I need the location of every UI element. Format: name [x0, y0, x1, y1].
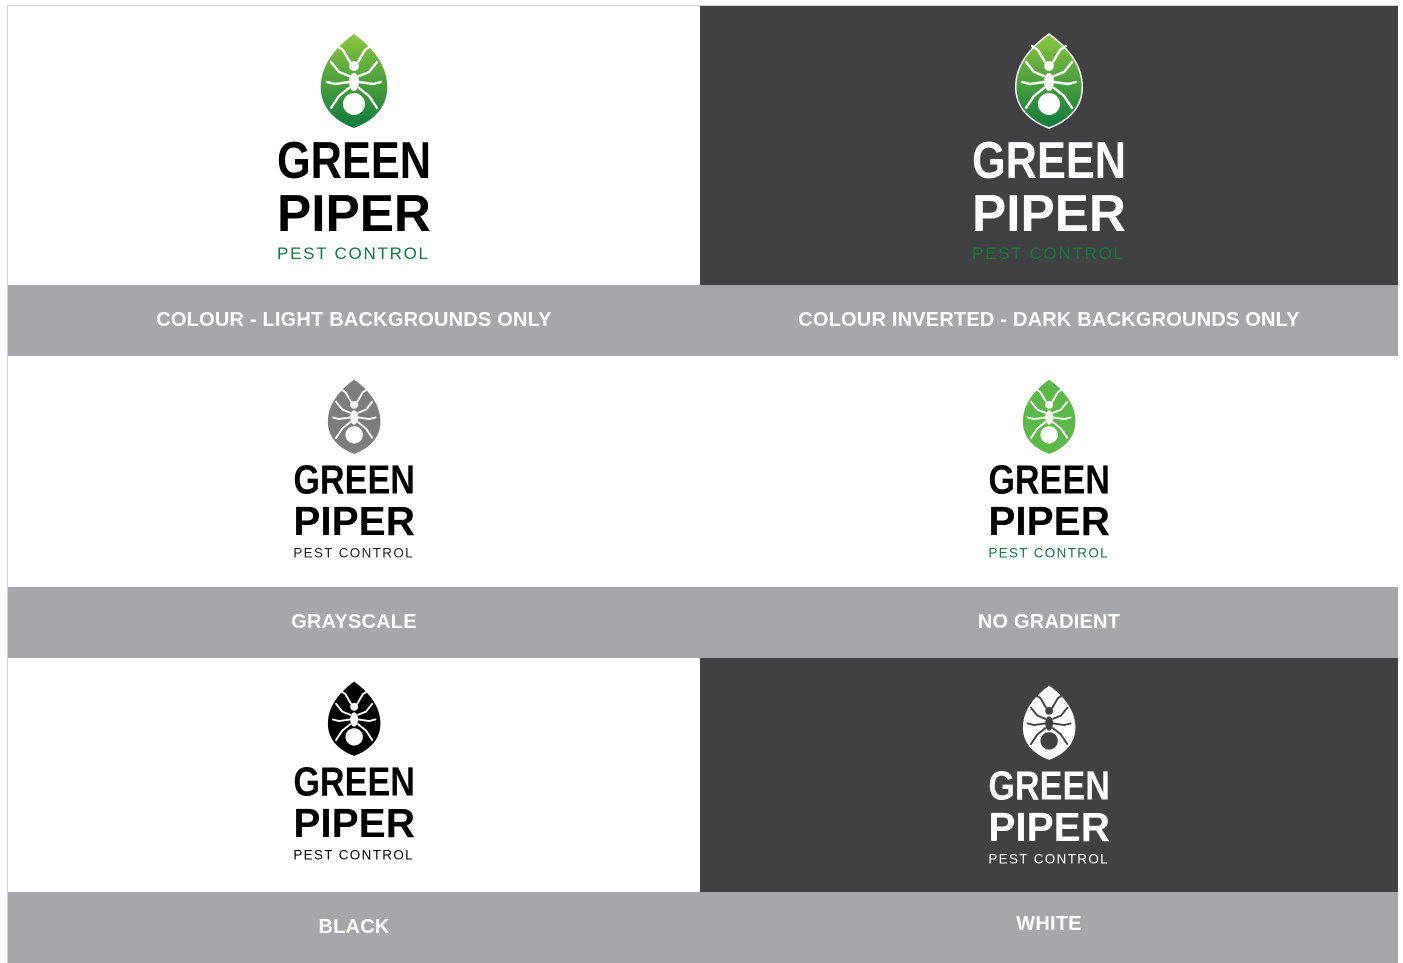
wordmark-piper: PIPER [277, 185, 431, 243]
wordmark-piper: PIPER [988, 498, 1110, 544]
wordmark-piper: PIPER [293, 800, 415, 846]
green-piper-logo: GREEN PIPER PEST CONTROL [700, 356, 1398, 587]
green-piper-logo: GREEN PIPER PEST CONTROL [8, 6, 700, 285]
wordmark-green: GREEN [277, 132, 431, 190]
wordmark-piper: PIPER [988, 804, 1110, 850]
tagline-pest-control: PEST CONTROL [988, 545, 1110, 560]
label-no-gradient: NO GRADIENT [700, 587, 1398, 658]
logo-panel-grayscale: GREEN PIPER PEST CONTROL [8, 356, 700, 587]
wordmark-green: GREEN [972, 132, 1126, 190]
label-colour: COLOUR - LIGHT BACKGROUNDS ONLY [8, 285, 700, 356]
label-colour-inverted: COLOUR INVERTED - DARK BACKGROUNDS ONLY [700, 285, 1398, 356]
tagline-pest-control: PEST CONTROL [988, 851, 1110, 866]
wordmark-piper: PIPER [972, 185, 1126, 243]
logo-panel-colour-inverted: GREEN PIPER PEST CONTROL [700, 6, 1398, 285]
wordmark-green: GREEN [988, 762, 1110, 808]
logo-panel-white: GREEN PIPER PEST CONTROL [700, 658, 1398, 892]
logo-svg: GREENPIPERPEST CONTROL [277, 34, 431, 263]
logo-panel-no-gradient: GREEN PIPER PEST CONTROL [700, 356, 1398, 587]
logo-panel-colour: GREEN PIPER PEST CONTROL [8, 6, 700, 285]
tagline-pest-control: PEST CONTROL [277, 244, 431, 263]
wordmark-green: GREEN [988, 456, 1110, 502]
tagline-pest-control: PEST CONTROL [972, 244, 1126, 263]
wordmark-green: GREEN [293, 758, 415, 804]
logo-svg: GREENPIPERPEST CONTROL [293, 681, 415, 862]
wordmark-green: GREEN [293, 456, 415, 502]
tagline-pest-control: PEST CONTROL [293, 545, 415, 560]
logo-svg: GREENPIPERPEST CONTROL [972, 33, 1126, 263]
logo-svg: GREENPIPERPEST CONTROL [988, 685, 1110, 866]
wordmark-piper: PIPER [293, 498, 415, 544]
label-black: BLACK [8, 892, 700, 963]
logo-panel-black: GREEN PIPER PEST CONTROL [8, 658, 700, 892]
label-white: WHITE [700, 892, 1398, 963]
logo-svg: GREENPIPERPEST CONTROL [988, 379, 1110, 560]
green-piper-logo: GREEN PIPER PEST CONTROL [700, 6, 1398, 285]
label-grayscale: GRAYSCALE [8, 587, 700, 658]
green-piper-logo: GREEN PIPER PEST CONTROL [8, 658, 700, 892]
logo-variants-grid: GREEN PIPER PEST CONTROL GREEN PIPER PEST CO… [8, 6, 1398, 963]
green-piper-logo: GREEN PIPER PEST CONTROL [700, 658, 1398, 892]
tagline-pest-control: PEST CONTROL [293, 847, 415, 862]
logo-svg: GREENPIPERPEST CONTROL [293, 379, 415, 560]
green-piper-logo: GREEN PIPER PEST CONTROL [8, 356, 700, 587]
